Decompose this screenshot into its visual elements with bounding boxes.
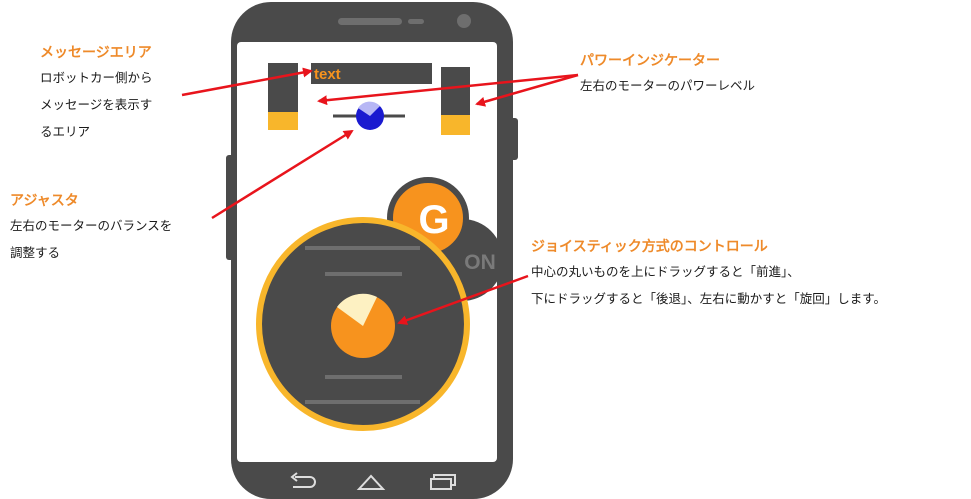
message-text: text [314, 66, 341, 83]
power-indicator-description: 左右のモーターのパワーレベル [580, 78, 756, 93]
joystick-guide-line [325, 375, 402, 379]
right-power-indicator [441, 67, 470, 135]
joystick[interactable] [256, 217, 470, 431]
left-power-fill [268, 112, 298, 130]
front-sensor [408, 19, 424, 24]
adjuster-description: 左右のモーターのバランスを 調整する [10, 218, 173, 260]
front-camera [457, 14, 471, 28]
joystick-note: ジョイスティック方式のコントロール 中心の丸いものを上にドラッグすると「前進」、… [531, 236, 886, 312]
go-button-label: G [418, 198, 449, 242]
joystick-guide-line [305, 400, 420, 404]
joystick-description: 中心の丸いものを上にドラッグすると「前進」、 下にドラッグすると「後退」、左右に… [531, 264, 887, 306]
joystick-title: ジョイスティック方式のコントロール [531, 239, 768, 255]
adjuster-note: アジャスタ 左右のモーターのバランスを 調整する [10, 190, 172, 266]
joystick-guide-line [325, 272, 402, 276]
message-area-description: ロボットカー側から メッセージを表示す るエリア [40, 70, 153, 139]
message-area-title: メッセージエリア [40, 45, 152, 61]
message-area-note: メッセージエリア ロボットカー側から メッセージを表示す るエリア [40, 42, 153, 145]
power-indicator-note: パワーインジケーター 左右のモーターのパワーレベル [580, 50, 755, 99]
on-button-label: ON [464, 251, 496, 274]
adjuster-title: アジャスタ [10, 193, 79, 209]
power-indicator-title: パワーインジケーター [580, 53, 720, 69]
speaker-grille [338, 18, 402, 25]
joystick-guide-line [305, 246, 420, 250]
right-power-fill [441, 115, 470, 135]
